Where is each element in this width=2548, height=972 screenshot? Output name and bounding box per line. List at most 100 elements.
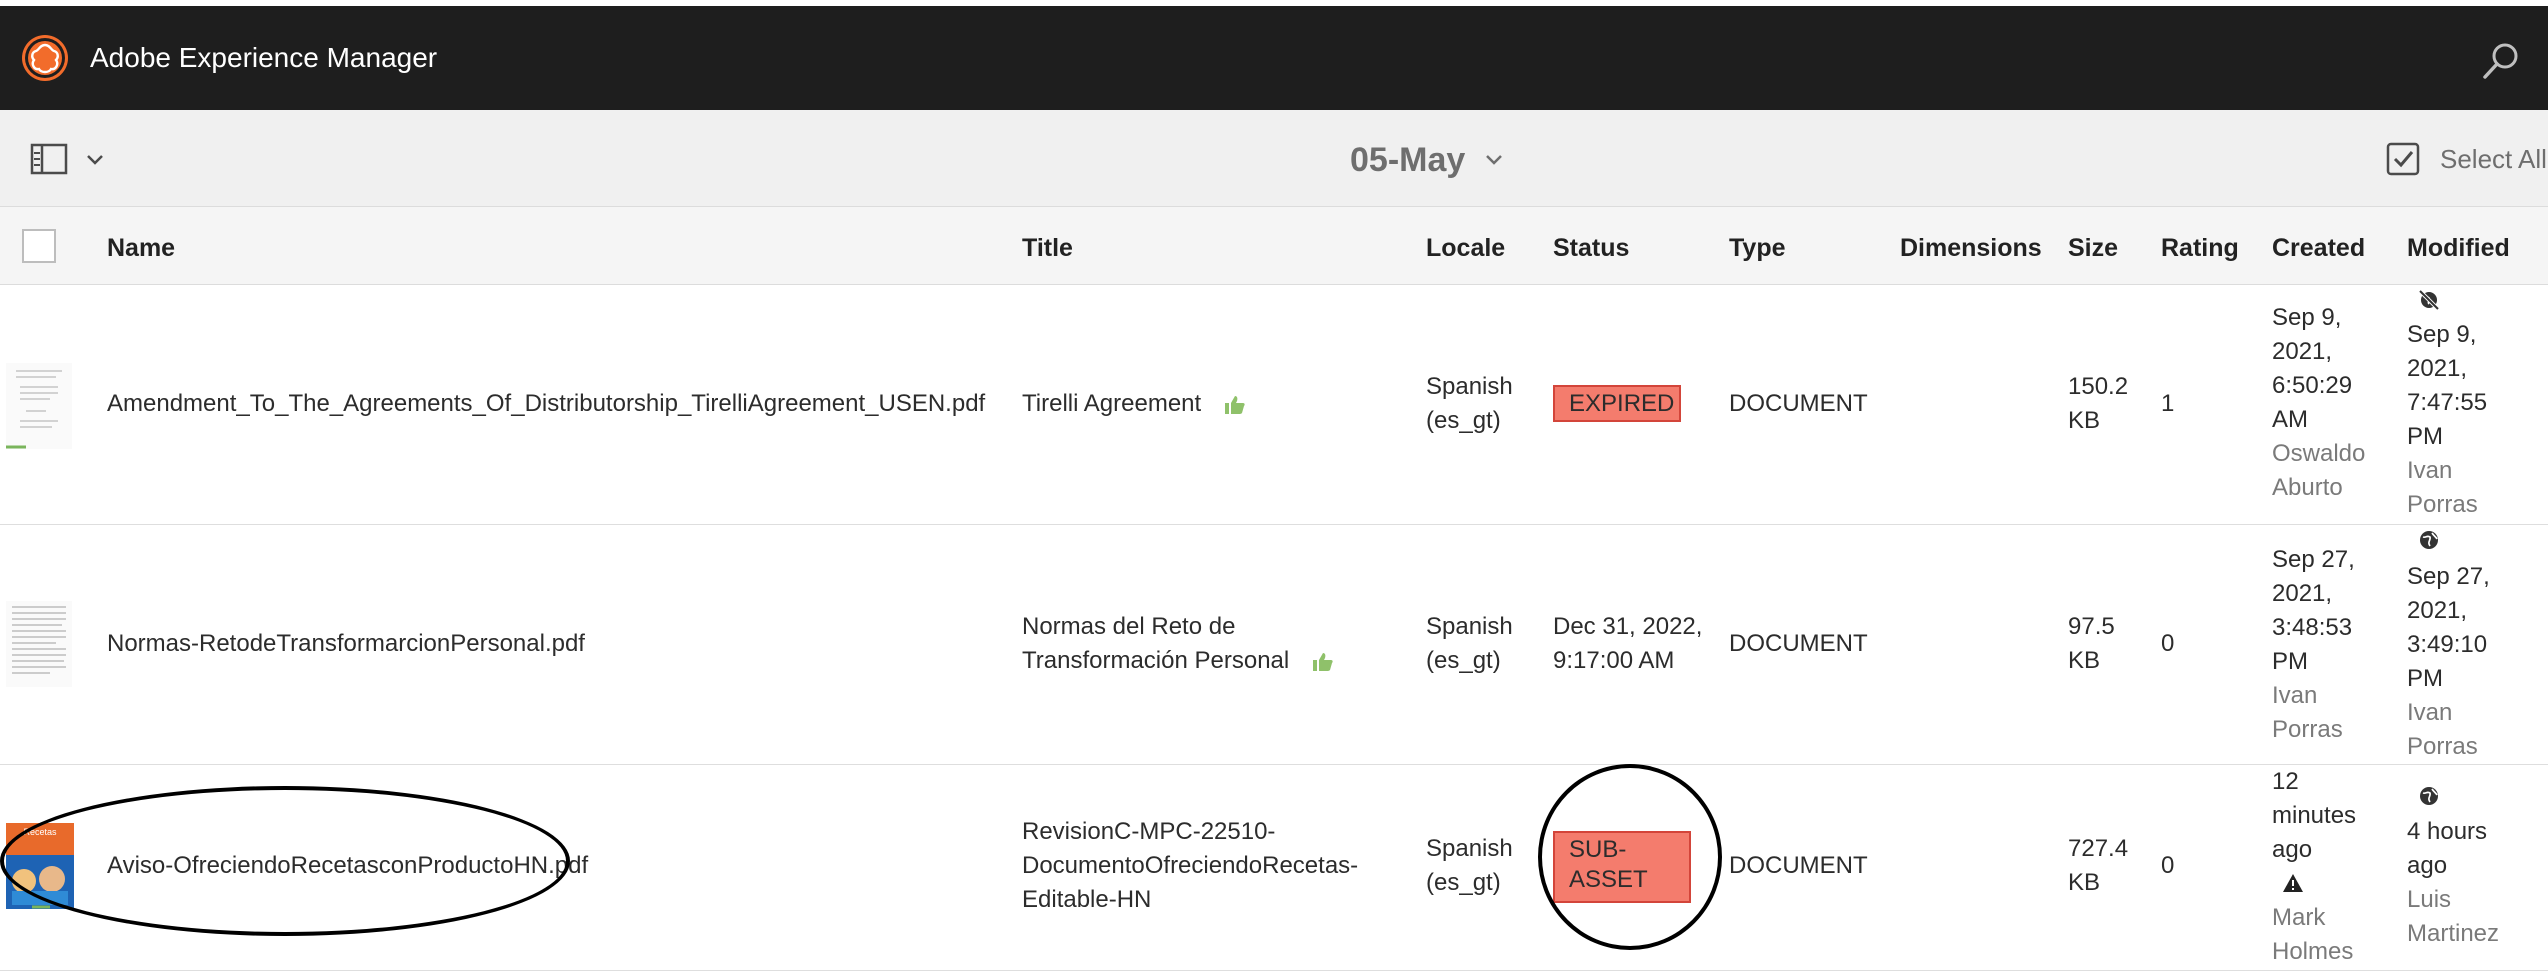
table-row[interactable]: Amendment_To_The_Agreements_Of_Distribut…	[0, 285, 2548, 525]
image-thumbnail[interactable]: Recetas	[6, 823, 74, 909]
asset-modified: Sep 27, 2021, 3:49:10 PM Ivan Porras	[2407, 560, 2490, 764]
asset-title-line: Tirelli Agreement	[1022, 390, 1202, 417]
asset-title: RevisionC-MPC-22510- DocumentoOfreciendo…	[1022, 815, 1358, 917]
modified-line: 7:47:55	[2407, 389, 2488, 416]
asset-type: DOCUMENT	[1729, 852, 1868, 879]
asset-locale: Spanish (es_gt)	[1426, 610, 1513, 678]
size-line: KB	[2068, 647, 2101, 674]
size-line: 727.4	[2068, 835, 2129, 862]
created-line: 2021,	[2272, 580, 2333, 607]
created-line: 2021,	[2272, 338, 2333, 365]
asset-type: DOCUMENT	[1729, 390, 1868, 417]
column-header-status[interactable]: Status	[1553, 233, 1629, 263]
document-thumbnail[interactable]	[6, 601, 72, 687]
created-line: AM	[2272, 406, 2308, 433]
locale-line: Spanish	[1426, 835, 1513, 862]
view-switcher-icon[interactable]	[30, 142, 110, 178]
asset-rating: 0	[2161, 630, 2175, 657]
status-line: ASSET	[1569, 866, 1648, 893]
status-line: 9:17:00 AM	[1553, 647, 1675, 674]
size-line: KB	[2068, 869, 2101, 896]
modified-line: PM	[2407, 665, 2443, 692]
top-bar: Adobe Experience Manager	[0, 6, 2548, 110]
status-badge-expired: EXPIRED	[1553, 385, 1681, 422]
created-line: Sep 9,	[2272, 304, 2342, 331]
asset-title-line: Editable-HN	[1022, 886, 1152, 913]
asset-name[interactable]: Aviso-OfreciendoRecetasconProductoHN.pdf	[107, 849, 588, 883]
column-header-size[interactable]: Size	[2068, 233, 2118, 263]
column-header-name[interactable]: Name	[107, 233, 175, 263]
locale-line: (es_gt)	[1426, 869, 1501, 896]
column-header-modified[interactable]: Modified	[2407, 233, 2510, 263]
created-line: PM	[2272, 648, 2308, 675]
modified-line: ago	[2407, 852, 2448, 879]
modified-line: 2021,	[2407, 355, 2468, 382]
thumbnail-label: Recetas	[23, 827, 57, 837]
modified-by-line: Ivan	[2407, 457, 2453, 484]
column-header-title[interactable]: Title	[1022, 233, 1073, 263]
globe-published-icon	[2420, 787, 2438, 805]
modified-by-line: Ivan	[2407, 699, 2453, 726]
created-line: 6:50:29	[2272, 372, 2353, 399]
warning-icon	[2283, 874, 2303, 892]
modified-line: PM	[2407, 423, 2443, 450]
created-by-line: Aburto	[2272, 474, 2343, 501]
size-line: KB	[2068, 407, 2101, 434]
column-header-locale[interactable]: Locale	[1426, 233, 1505, 263]
asset-title-line: Normas del Reto de	[1022, 613, 1236, 640]
app-title: Adobe Experience Manager	[90, 42, 438, 73]
created-line: 3:48:53	[2272, 614, 2353, 641]
asset-title-line: RevisionC-MPC-22510-	[1022, 818, 1276, 845]
status-line: SUB-	[1569, 836, 1627, 863]
status-line: Dec 31, 2022,	[1553, 613, 1703, 640]
column-header-type[interactable]: Type	[1729, 233, 1786, 263]
table-row[interactable]: Recetas Aviso-OfreciendoRecetasconProduc…	[0, 765, 2548, 971]
table-row[interactable]: Normas-RetodeTransformarcionPersonal.pdf…	[0, 525, 2548, 765]
aem-logo-icon[interactable]	[20, 33, 70, 83]
search-icon[interactable]	[2480, 40, 2522, 82]
locale-line: (es_gt)	[1426, 647, 1501, 674]
asset-size: 97.5 KB	[2068, 610, 2115, 678]
column-header-dimensions[interactable]: Dimensions	[1900, 233, 2042, 263]
modified-by-line: Porras	[2407, 733, 2478, 760]
modified-by-line: Porras	[2407, 491, 2478, 518]
created-line: ago	[2272, 836, 2313, 863]
action-bar: 05-May Select All	[0, 110, 2548, 207]
warning-slot	[2272, 867, 2356, 901]
column-header-created[interactable]: Created	[2272, 233, 2365, 263]
select-all-checkbox[interactable]	[22, 229, 56, 263]
thumbs-up-icon	[1313, 652, 1333, 671]
asset-type: DOCUMENT	[1729, 630, 1868, 657]
asset-created: 12 minutes ago Mark Holmes	[2272, 765, 2356, 969]
modified-line: 4 hours	[2407, 818, 2488, 845]
document-thumbnail[interactable]	[6, 363, 72, 449]
modified-by-line: Martinez	[2407, 920, 2500, 947]
asset-name[interactable]: Amendment_To_The_Agreements_Of_Distribut…	[107, 387, 985, 421]
table-header: Name Title Locale Status Type Dimensions…	[0, 207, 2548, 285]
chevron-down-icon[interactable]	[1484, 150, 1504, 170]
created-line: minutes	[2272, 802, 2357, 829]
status-badge-sub-asset: SUB- ASSET	[1553, 831, 1691, 903]
asset-title: Tirelli Agreement	[1022, 387, 1247, 421]
created-by-line: Porras	[2272, 716, 2343, 743]
asset-name[interactable]: Normas-RetodeTransformarcionPersonal.pdf	[107, 627, 585, 661]
asset-modified: 4 hours ago Luis Martinez	[2407, 815, 2499, 951]
created-line: Sep 27,	[2272, 546, 2355, 573]
asset-locale: Spanish (es_gt)	[1426, 370, 1513, 438]
created-by-line: Holmes	[2272, 938, 2354, 965]
created-by-line: Ivan	[2272, 682, 2318, 709]
created-by-line: Mark	[2272, 904, 2326, 931]
asset-rating: 0	[2161, 852, 2175, 879]
globe-published-icon	[2420, 531, 2438, 549]
column-header-rating[interactable]: Rating	[2161, 233, 2239, 263]
asset-locale: Spanish (es_gt)	[1426, 832, 1513, 900]
locale-line: (es_gt)	[1426, 407, 1501, 434]
select-all-label: Select All	[2440, 144, 2547, 174]
asset-status-expiry: Dec 31, 2022, 9:17:00 AM	[1553, 610, 1702, 678]
modified-line: Sep 27,	[2407, 563, 2490, 590]
asset-size: 727.4 KB	[2068, 832, 2128, 900]
checkbox-checked-icon	[2386, 142, 2420, 176]
asset-modified: Sep 9, 2021, 7:47:55 PM Ivan Porras	[2407, 318, 2487, 522]
asset-title: Normas del Reto de Transformación Person…	[1022, 610, 1335, 678]
folder-title[interactable]: 05-May	[1350, 140, 1465, 180]
